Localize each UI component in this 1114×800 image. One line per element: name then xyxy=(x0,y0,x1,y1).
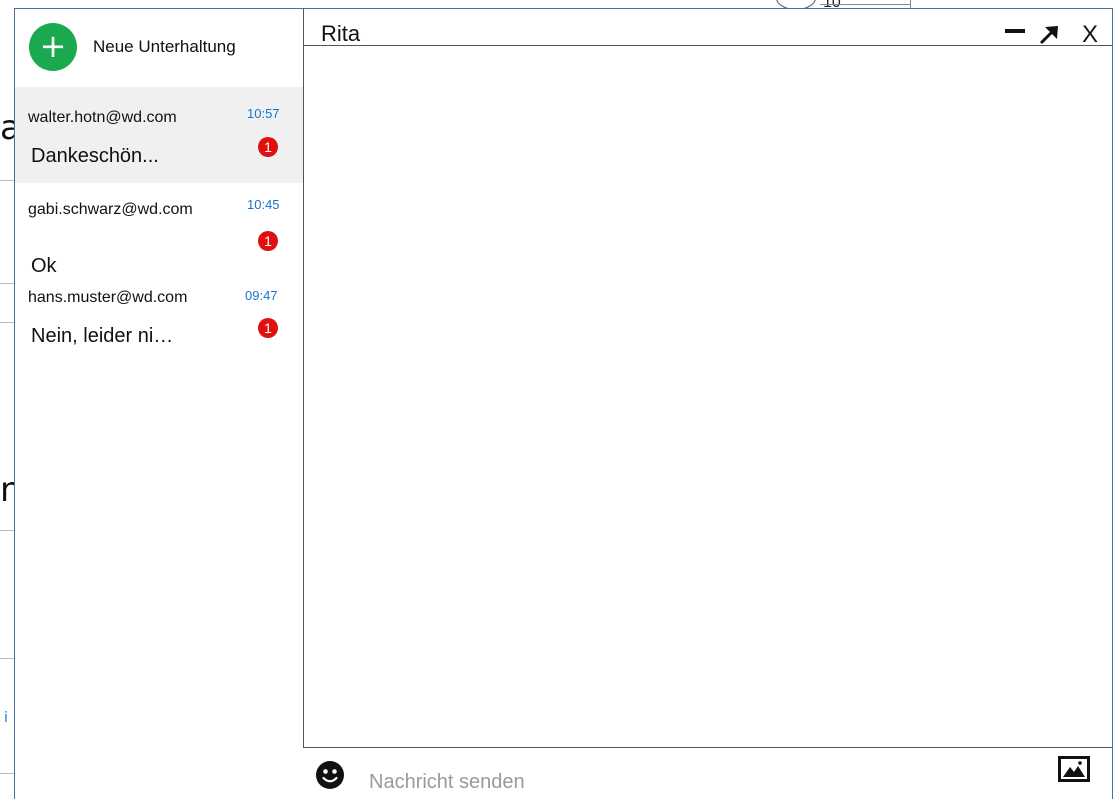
background-divider xyxy=(0,530,14,531)
close-icon[interactable]: X xyxy=(1082,21,1098,49)
new-conversation-label: Neue Unterhaltung xyxy=(93,37,236,56)
conversation-item[interactable]: hans.muster@wd.com 09:47 1 Nein, leider … xyxy=(15,283,303,363)
emoji-icon[interactable] xyxy=(315,760,345,790)
plus-icon[interactable]: + xyxy=(29,23,77,71)
expand-icon[interactable] xyxy=(1037,23,1061,47)
conversation-time: 10:57 xyxy=(247,106,280,121)
conversation-preview: Ok xyxy=(31,255,57,277)
background-divider xyxy=(0,322,14,323)
background-divider xyxy=(0,773,14,774)
message-composer xyxy=(303,747,1112,800)
unread-badge: 1 xyxy=(258,231,278,251)
background-divider xyxy=(0,180,14,181)
chat-window: + Neue Unterhaltung walter.hotn@wd.com 1… xyxy=(14,8,1113,800)
conversation-email: walter.hotn@wd.com xyxy=(28,109,177,126)
new-conversation-button[interactable]: + Neue Unterhaltung xyxy=(29,23,289,71)
message-input[interactable] xyxy=(367,768,971,796)
background-divider xyxy=(820,4,910,5)
chat-title: Rita xyxy=(321,21,361,46)
conversation-email: hans.muster@wd.com xyxy=(28,289,188,306)
conversation-item[interactable]: gabi.schwarz@wd.com 10:45 1 Ok xyxy=(15,183,303,283)
conversation-item[interactable]: walter.hotn@wd.com 10:57 1 Dankeschön... xyxy=(15,87,303,183)
unread-badge: 1 xyxy=(258,137,278,157)
minimize-icon[interactable] xyxy=(1005,29,1025,33)
header-divider xyxy=(303,45,1112,46)
conversation-email: gabi.schwarz@wd.com xyxy=(28,201,193,218)
background-link-fragment: i xyxy=(4,710,8,726)
background-divider xyxy=(0,658,14,659)
conversation-preview: Nein, leider ni… xyxy=(31,325,174,347)
conversation-sidebar: + Neue Unterhaltung walter.hotn@wd.com 1… xyxy=(15,9,304,799)
image-icon[interactable] xyxy=(1058,756,1090,782)
conversation-time: 09:47 xyxy=(245,288,278,303)
background-divider xyxy=(910,0,911,8)
conversation-time: 10:45 xyxy=(247,197,280,212)
conversation-preview: Dankeschön... xyxy=(31,145,159,167)
unread-badge: 1 xyxy=(258,318,278,338)
background-divider xyxy=(0,283,14,284)
